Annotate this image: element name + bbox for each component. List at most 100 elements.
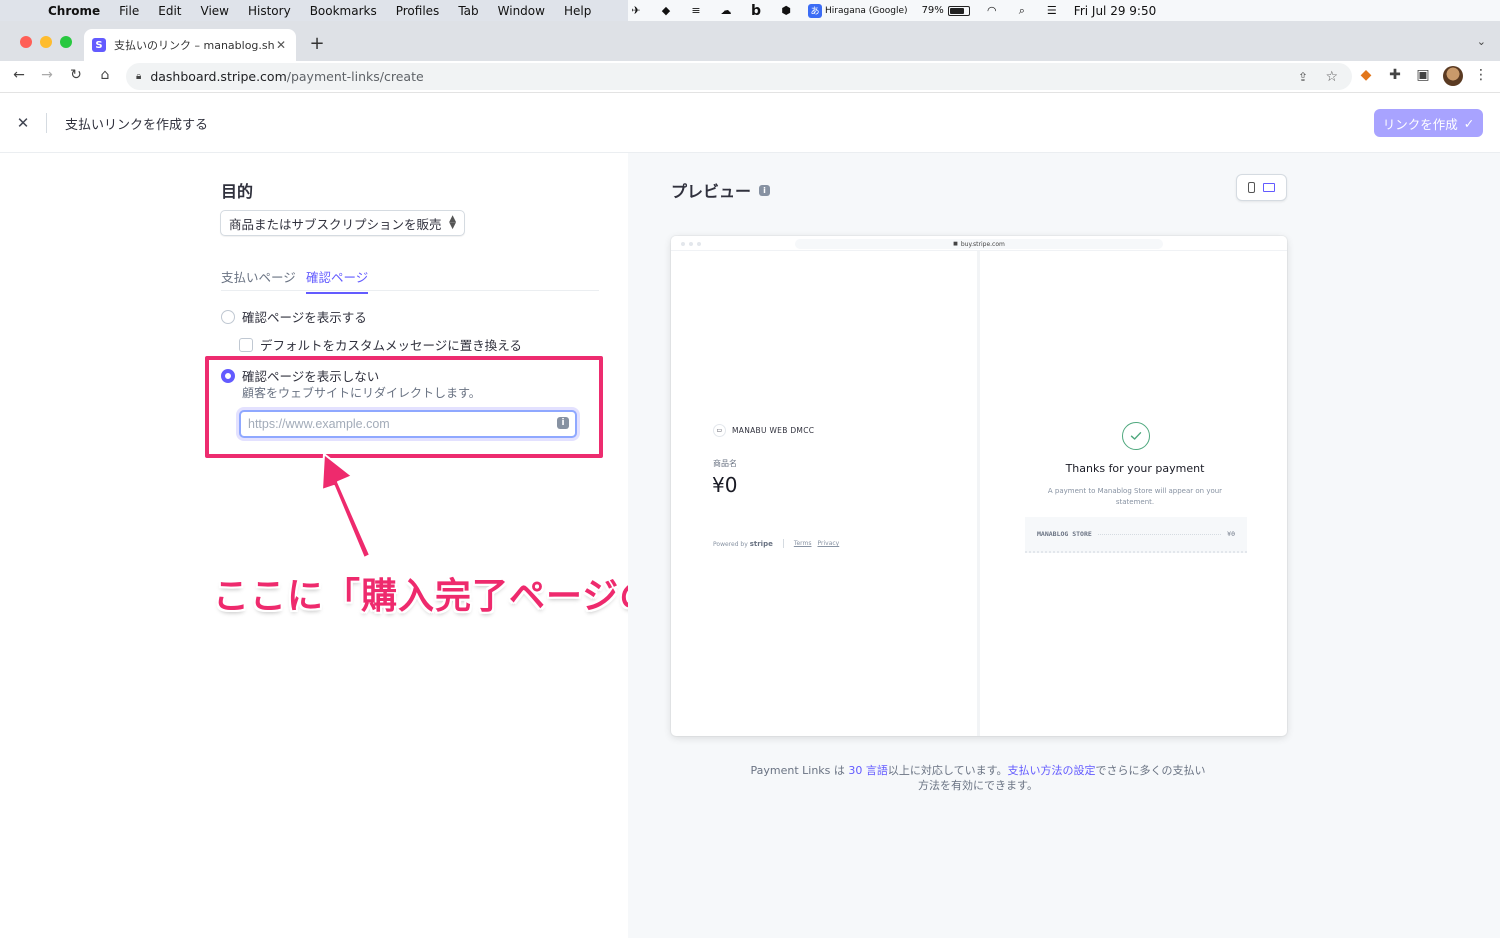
preview-window-dots (681, 242, 701, 246)
purpose-select-value: 商品またはサブスクリプションを販売 (229, 216, 442, 232)
tab-payment-page[interactable]: 支払いページ (221, 267, 296, 292)
close-tab-icon[interactable]: ✕ (274, 38, 288, 52)
wifi-icon[interactable]: ◠ (984, 4, 1000, 18)
receipt-amount: ¥0 (1227, 530, 1235, 538)
header-divider (46, 113, 47, 133)
tab-title: 支払いのリンク – manablog.shop (114, 39, 274, 52)
privacy-link[interactable]: Privacy (818, 540, 840, 547)
menu-window[interactable]: Window (498, 4, 545, 18)
menu-app-name[interactable]: Chrome (48, 4, 100, 18)
terms-link[interactable]: Terms (794, 540, 812, 547)
menu-file[interactable]: File (119, 4, 139, 18)
input-method[interactable]: あ Hiragana (Google) (808, 3, 908, 18)
menu-clock[interactable]: Fri Jul 29 9:50 (1074, 4, 1156, 18)
preview-url: buy.stripe.com (960, 240, 1005, 248)
share-icon[interactable]: ⇪ (1298, 70, 1308, 84)
option-show-label: 確認ページを表示する (242, 310, 367, 325)
preview-title: プレビュー (671, 182, 752, 201)
page-tabs: 支払いページ 確認ページ (221, 267, 599, 294)
chrome-menu-kebab-icon[interactable]: ⋮ (1472, 67, 1490, 83)
preview-url-bar: ■ buy.stripe.com (795, 239, 1163, 249)
preview-lock-icon: ■ (953, 241, 958, 247)
metamask-fox-icon[interactable]: ◆ (1357, 67, 1375, 83)
hiragana-icon: あ (808, 3, 822, 18)
hexagon-icon[interactable]: ⬢ (778, 4, 794, 18)
tab-confirmation-page[interactable]: 確認ページ (306, 267, 369, 294)
chrome-toolbar: ← → ↻ ⌂ 🔒︎ dashboard.stripe.com/payment-… (0, 61, 1500, 93)
preview-info-icon[interactable]: i (759, 184, 771, 196)
window-controls (20, 36, 72, 48)
menu-profiles[interactable]: Profiles (396, 4, 440, 18)
merchant-logo-icon: ▭ (713, 424, 726, 437)
menu-bar-tray: ✈ ◆ ≡ ☁ b ⬢ あ Hiragana (Google) 79% ◠ ⌕ ☰… (628, 0, 1500, 21)
mobile-device-icon[interactable] (1248, 182, 1255, 193)
footnote-prefix: Payment Links は (750, 764, 845, 777)
close-icon[interactable]: ✕ (16, 114, 30, 132)
forward-arrow-icon[interactable]: → (38, 67, 56, 83)
browser-tab-active[interactable]: S 支払いのリンク – manablog.shop ✕ (84, 29, 296, 61)
languages-footnote: Payment Links は 30 言語以上に対応しています。支払い方法の設定… (748, 763, 1208, 793)
new-tab-icon[interactable]: + (308, 33, 326, 54)
cloud-icon[interactable]: ☁ (718, 4, 734, 18)
menu-bookmarks[interactable]: Bookmarks (310, 4, 377, 18)
receipt-line: MANABLOG STORE ¥0 (1025, 517, 1247, 553)
menu-tab[interactable]: Tab (458, 4, 478, 18)
payment-link-header: ✕ 支払いリンクを作成する リンクを作成 ✓ (0, 93, 1500, 153)
receipt-merchant: MANABLOG STORE (1037, 530, 1092, 538)
bear-b-icon[interactable]: b (748, 3, 764, 19)
database-icon[interactable]: ≡ (688, 4, 704, 18)
statement-text: A payment to Manablog Store will appear … (1047, 487, 1223, 506)
checkbox-custom-message[interactable] (239, 337, 253, 352)
dropbox-icon[interactable]: ◆ (658, 4, 674, 18)
stripe-wordmark: stripe (749, 539, 773, 548)
menu-help[interactable]: Help (564, 4, 591, 18)
thanks-heading: Thanks for your payment (1065, 462, 1205, 475)
create-link-button[interactable]: リンクを作成 ✓ (1374, 109, 1483, 137)
purpose-heading: 目的 (221, 182, 254, 201)
home-icon[interactable]: ⌂ (96, 67, 114, 83)
spotlight-icon[interactable]: ⌕ (1014, 4, 1030, 18)
close-window-button[interactable] (20, 36, 32, 48)
desktop-device-icon[interactable] (1263, 183, 1275, 192)
minimize-window-button[interactable] (40, 36, 52, 48)
profile-avatar[interactable] (1443, 66, 1463, 86)
create-link-label: リンクを作成 (1382, 117, 1458, 132)
select-chevron-icon: ▲ ▼ (449, 214, 456, 231)
menu-edit[interactable]: Edit (158, 4, 181, 18)
bookmark-star-icon[interactable]: ☆ (1325, 69, 1338, 85)
macos-menu-bar: Chrome File Edit View History Bookmarks … (0, 0, 1500, 21)
option-custom-message[interactable]: デフォルトをカスタムメッセージに置き換える (239, 335, 522, 354)
annotation-arrow-icon (321, 453, 371, 559)
battery-status[interactable]: 79% (922, 5, 970, 16)
control-center-icon[interactable]: ☰ (1044, 4, 1060, 18)
payment-methods-settings-link[interactable]: 支払い方法の設定 (1008, 764, 1096, 777)
reload-icon[interactable]: ↻ (67, 67, 85, 83)
page-title: 支払いリンクを作成する (65, 118, 209, 133)
success-check-icon (1122, 422, 1150, 450)
stripe-favicon-icon: S (92, 38, 106, 52)
extensions-puzzle-icon[interactable]: ✚ (1386, 67, 1404, 83)
address-bar[interactable]: 🔒︎ dashboard.stripe.com/payment-links/cr… (126, 63, 1352, 90)
option-show-confirmation[interactable]: 確認ページを表示する (221, 307, 367, 326)
battery-percent: 79% (921, 5, 944, 16)
back-arrow-icon[interactable]: ← (10, 67, 28, 83)
chrome-tab-strip: S 支払いのリンク – manablog.shop ✕ + ⌄ (0, 21, 1500, 61)
menu-history[interactable]: History (248, 4, 291, 18)
url-host: dashboard.stripe.com (150, 69, 287, 84)
tab-search-chevron-icon[interactable]: ⌄ (1477, 35, 1486, 48)
menu-view[interactable]: View (201, 4, 229, 18)
merchant-label: MANABU WEB DMCC (732, 426, 815, 435)
preview-panel: プレビュー i ■ buy.stripe.com ▭ MANABU WEB DM… (628, 153, 1500, 938)
side-panel-icon[interactable]: ▣ (1414, 67, 1432, 83)
languages-link[interactable]: 30 言語 (848, 764, 888, 777)
device-toggle (1236, 174, 1287, 201)
footer-separator (782, 539, 784, 548)
bird-icon[interactable]: ✈ (628, 4, 644, 18)
purpose-select[interactable]: 商品またはサブスクリプションを販売 ▲ ▼ (220, 210, 465, 236)
preview-heading: プレビュー i (671, 178, 771, 202)
merchant-name: ▭ MANABU WEB DMCC (713, 424, 814, 437)
radio-show-confirmation[interactable] (221, 309, 235, 324)
lock-icon[interactable]: 🔒︎ (136, 71, 141, 82)
checkmark-icon: ✓ (1463, 116, 1475, 131)
zoom-window-button[interactable] (60, 36, 72, 48)
